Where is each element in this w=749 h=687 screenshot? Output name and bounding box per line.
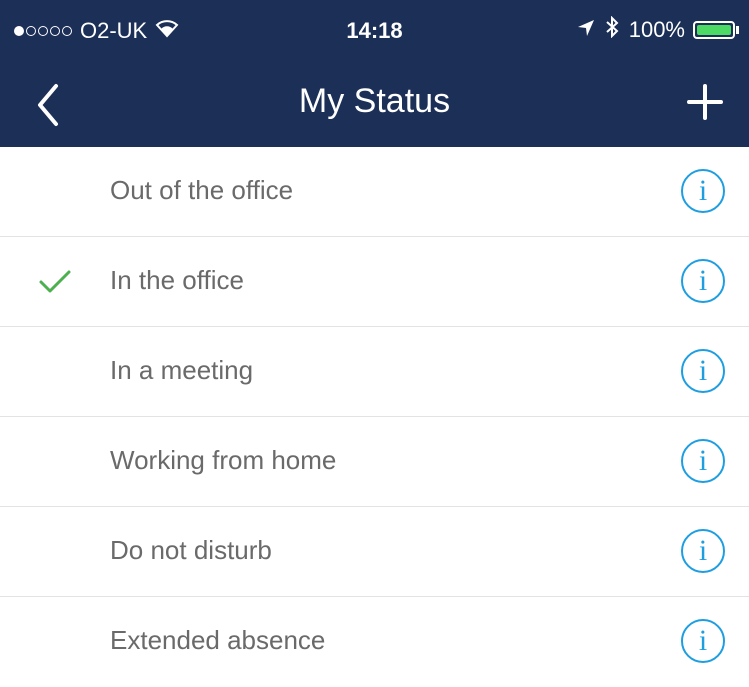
battery-tip (736, 26, 739, 34)
status-row-do-not-disturb[interactable]: Do not disturb i (0, 507, 749, 597)
status-label: Working from home (110, 445, 337, 475)
status-list: Out of the office i In the office i In a… (0, 147, 749, 687)
battery-icon (693, 21, 735, 39)
add-status-button[interactable] (683, 80, 727, 124)
info-icon[interactable]: i (681, 529, 725, 573)
status-bar-right: 100% (577, 15, 739, 44)
info-icon[interactable]: i (681, 259, 725, 303)
status-row-in-meeting[interactable]: In a meeting i (0, 327, 749, 417)
info-icon[interactable]: i (681, 349, 725, 393)
checkmark-icon (38, 267, 72, 297)
status-row-working-from-home[interactable]: Working from home i (0, 417, 749, 507)
navigation-bar: My Status (0, 62, 749, 147)
page-title: My Status (298, 82, 451, 120)
status-label: Extended absence (110, 625, 326, 655)
header: O2-UK 14:18 100% My Status (0, 0, 749, 147)
status-label: In the office (110, 265, 244, 295)
status-label: Out of the office (110, 175, 294, 205)
status-bar: O2-UK 14:18 100% (0, 0, 749, 62)
status-row-extended-absence[interactable]: Extended absence i (0, 597, 749, 687)
status-label: Do not disturb (110, 535, 272, 565)
info-icon[interactable]: i (681, 169, 725, 213)
status-row-in-office[interactable]: In the office i (0, 237, 749, 327)
bluetooth-icon (605, 15, 619, 44)
location-arrow-icon (577, 17, 595, 43)
status-label: In a meeting (110, 355, 254, 385)
status-row-out-of-office[interactable]: Out of the office i (0, 147, 749, 237)
battery-percentage: 100% (628, 17, 685, 42)
info-icon[interactable]: i (681, 619, 725, 663)
info-icon[interactable]: i (681, 439, 725, 483)
